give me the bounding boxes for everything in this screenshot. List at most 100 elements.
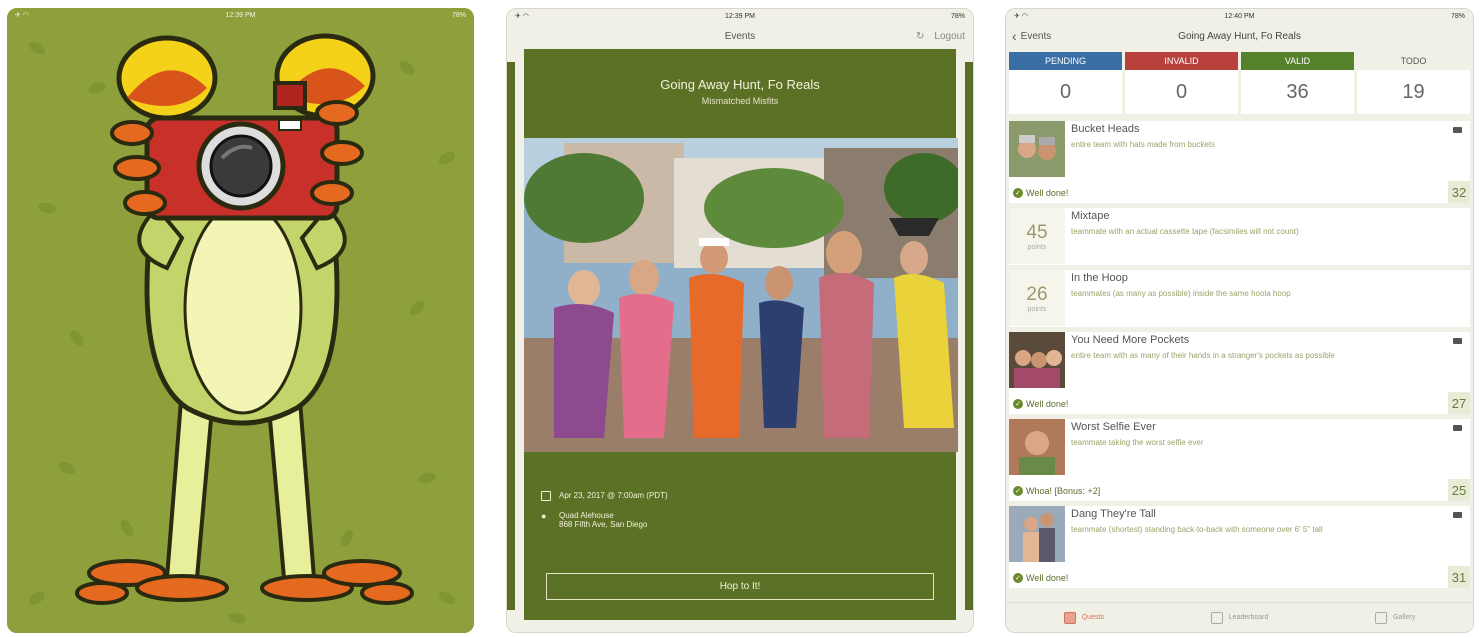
venue-name: Quad Alehouse: [559, 511, 614, 520]
event-card[interactable]: Going Away Hunt, Fo Reals Mismatched Mis…: [524, 49, 958, 620]
status-time: 12:39 PM: [725, 12, 755, 20]
event-title: Going Away Hunt, Fo Reals: [660, 77, 820, 92]
quest-score: 32: [1448, 181, 1470, 203]
event-date: Apr 23, 2017 @ 7:00am (PDT): [559, 491, 668, 500]
nav-title: Going Away Hunt, Fo Reals: [1178, 30, 1301, 42]
quest-score: 27: [1448, 392, 1470, 414]
quest-status: ✓ Whoa! [Bonus: +2]: [1013, 486, 1100, 496]
quest-row[interactable]: Bucket Heads entire team with hats made …: [1009, 121, 1470, 203]
stat-label: VALID: [1241, 52, 1354, 70]
check-icon: ✓: [1013, 486, 1023, 496]
tab-label: Quests: [1081, 614, 1104, 621]
team-name: Mismatched Misfits: [701, 96, 779, 106]
quest-description: entire team with hats made from buckets: [1071, 140, 1216, 149]
stat-value: 36: [1286, 80, 1309, 103]
location-pin-icon: ●: [541, 511, 547, 521]
status-bar: ✈ ◠ 12:39 PM 78%: [7, 8, 474, 22]
points-value: 45: [1026, 221, 1048, 243]
event-location-row: ● Quad Alehouse 868 Fifth Ave, San Diego: [541, 511, 647, 529]
stat-value: 0: [1059, 80, 1072, 103]
stat-todo[interactable]: TODO 19: [1357, 52, 1470, 114]
previous-card-edge[interactable]: [507, 62, 515, 610]
quest-row[interactable]: You Need More Pockets entire team with a…: [1009, 332, 1470, 414]
venue-address: 868 Fifth Ave, San Diego: [559, 520, 648, 529]
quest-status: ✓ Well done!: [1013, 188, 1068, 198]
back-button[interactable]: ‹ Events: [1012, 23, 1051, 49]
video-camera-icon: [1453, 512, 1462, 518]
check-icon: ✓: [1013, 188, 1023, 198]
navigation-bar: Events ↻ Logout: [507, 23, 973, 49]
stat-label: INVALID: [1125, 52, 1238, 70]
next-card-edge[interactable]: [965, 62, 973, 610]
video-camera-icon: [1453, 127, 1462, 133]
quest-row[interactable]: 45 points Mixtape teammate with an actua…: [1009, 208, 1470, 265]
event-detail-screen: ✈ ◠ 12:39 PM 78% Events ↻ Logout Going A…: [506, 8, 974, 633]
status-text: Well done!: [1026, 573, 1069, 583]
check-icon: ✓: [1013, 399, 1023, 409]
logout-button[interactable]: Logout: [934, 31, 965, 42]
tab-label: Leaderboard: [1228, 614, 1269, 621]
quest-points: 26 points: [1009, 270, 1065, 326]
quests-screen: ✈ ◠ 12:40 PM 78% Going Away Hunt, Fo Rea…: [1005, 8, 1474, 633]
event-date-row: Apr 23, 2017 @ 7:00am (PDT): [541, 491, 668, 501]
tab-leaderboard[interactable]: Leaderboard: [1162, 603, 1318, 632]
status-time: 12:40 PM: [1224, 12, 1255, 20]
quest-name: Mixtape: [1071, 210, 1110, 222]
quest-score: 31: [1448, 566, 1470, 588]
status-text: Whoa! [Bonus: +2]: [1026, 486, 1101, 496]
stat-label: TODO: [1357, 52, 1470, 70]
quest-name: Dang They're Tall: [1071, 508, 1156, 520]
tab-bar: Quests Leaderboard Gallery: [1006, 602, 1473, 632]
status-bar: ✈ ◠ 12:40 PM 78%: [1006, 9, 1473, 23]
quest-name: You Need More Pockets: [1071, 334, 1190, 346]
quest-thumbnail: [1009, 506, 1065, 562]
calendar-icon: [541, 491, 551, 501]
mascot-screen: ✈ ◠ 12:39 PM 78%: [7, 8, 474, 633]
tab-label: Gallery: [1393, 614, 1416, 621]
navigation-bar: Going Away Hunt, Fo Reals ‹ Events: [1006, 23, 1473, 49]
quests-icon: [1063, 611, 1076, 624]
quest-row[interactable]: Dang They're Tall teammate (shortest) st…: [1009, 506, 1470, 588]
quest-row[interactable]: Worst Selfie Ever teammate taking the wo…: [1009, 419, 1470, 501]
quest-description: entire team with as many of their hands …: [1071, 351, 1335, 360]
status-text: Well done!: [1026, 188, 1069, 198]
check-icon: ✓: [1013, 573, 1023, 583]
quest-description: teammates (as many as possible) inside t…: [1071, 289, 1291, 298]
chevron-left-icon: ‹: [1012, 28, 1017, 44]
quest-description: teammate taking the worst selfie ever: [1071, 438, 1204, 447]
quest-status: ✓ Well done!: [1013, 573, 1068, 583]
status-text: Well done!: [1026, 399, 1069, 409]
points-value: 26: [1026, 283, 1048, 305]
stat-pending[interactable]: PENDING 0: [1009, 52, 1122, 114]
video-camera-icon: [1453, 425, 1462, 431]
stat-label: PENDING: [1009, 52, 1122, 70]
status-time: 12:39 PM: [225, 11, 256, 19]
nav-title: Events: [724, 30, 756, 42]
tab-gallery[interactable]: Gallery: [1317, 603, 1473, 632]
quest-thumbnail: [1009, 332, 1065, 388]
stat-invalid[interactable]: INVALID 0: [1125, 52, 1238, 114]
refresh-icon[interactable]: ↻: [916, 31, 924, 42]
status-bar: ✈ ◠ 12:39 PM 78%: [507, 9, 973, 23]
points-label: points: [1027, 305, 1047, 313]
status-summary: PENDING 0 INVALID 0 VALID 36 TODO 19: [1009, 52, 1470, 114]
trophy-icon: [1210, 611, 1223, 624]
quest-status: ✓ Well done!: [1013, 399, 1068, 409]
quest-name: In the Hoop: [1071, 272, 1128, 284]
points-label: points: [1027, 243, 1047, 251]
frog-mascot-illustration: [75, 33, 414, 605]
stat-valid[interactable]: VALID 36: [1241, 52, 1354, 114]
quest-name: Worst Selfie Ever: [1071, 421, 1156, 433]
quest-name: Bucket Heads: [1071, 123, 1140, 135]
team-photo: [524, 138, 958, 452]
quest-thumbnail: [1009, 121, 1065, 177]
quest-row[interactable]: 26 points In the Hoop teammates (as many…: [1009, 270, 1470, 327]
video-camera-icon: [1453, 338, 1462, 344]
quest-list[interactable]: Bucket Heads entire team with hats made …: [1009, 121, 1470, 600]
quest-points: 45 points: [1009, 208, 1065, 264]
gallery-icon: [1375, 611, 1388, 624]
quest-thumbnail: [1009, 419, 1065, 475]
tab-quests[interactable]: Quests: [1006, 603, 1162, 632]
hop-to-it-button[interactable]: Hop to It!: [546, 573, 934, 600]
back-label: Events: [1020, 30, 1052, 42]
